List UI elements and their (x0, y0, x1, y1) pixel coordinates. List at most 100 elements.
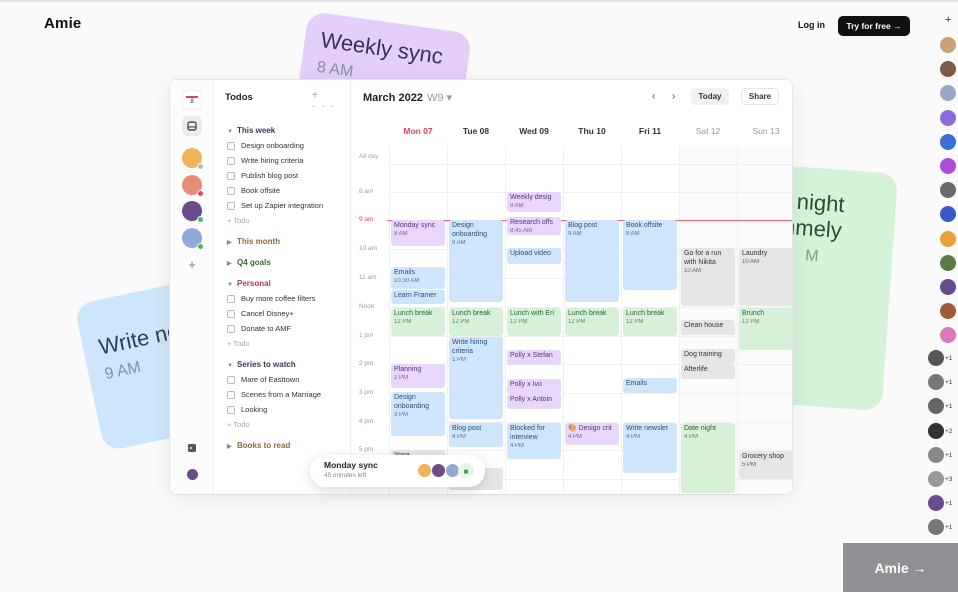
calendar-event[interactable]: Write newslet 4 PM (623, 423, 677, 473)
todo-item[interactable]: Scenes from a Marriage (227, 390, 321, 399)
user-settings-icon[interactable] (182, 464, 202, 484)
calendar-event[interactable]: Emails 10:30 AM (391, 267, 445, 289)
todo-section-header[interactable]: ▶ This month (227, 237, 280, 246)
avatar[interactable] (182, 228, 204, 250)
avatar[interactable] (940, 254, 956, 271)
calendar-event[interactable]: Emails (623, 378, 677, 393)
checkbox[interactable] (227, 390, 235, 399)
calendar-event[interactable]: Lunch break 12 PM (623, 308, 677, 336)
calendar-event[interactable]: Research offs 8:45 AM (507, 217, 561, 235)
day-header[interactable]: Mon 07 (389, 126, 447, 136)
todo-item[interactable]: Write hiring criteria (227, 156, 303, 165)
calendar-event[interactable]: Lunch break 12 PM (565, 308, 619, 336)
checkbox[interactable] (227, 324, 235, 333)
avatar[interactable] (928, 471, 944, 487)
day-header[interactable]: Fri 11 (621, 126, 679, 136)
day-header[interactable]: Wed 09 (505, 126, 563, 136)
avatar[interactable] (182, 148, 204, 170)
calendar-event[interactable]: Learn Framer (391, 290, 445, 304)
calendar-event[interactable]: Lunch with Eri 12 PM (507, 308, 561, 336)
todo-item[interactable]: Mare of Easttown (227, 375, 299, 384)
todos-header-actions[interactable]: + ··· (312, 90, 350, 112)
todo-section-header[interactable]: ▶ Books to read (227, 441, 290, 450)
avatar[interactable] (940, 158, 956, 174)
calendar-event[interactable]: Write hiring criteria 1 PM (449, 337, 503, 419)
calendar-icon[interactable]: 8 (182, 90, 202, 110)
todo-section-header[interactable]: ▶ Q4 goals (227, 258, 271, 267)
todo-item[interactable]: Cancel Disney+ (227, 309, 294, 318)
calendar-event[interactable]: Book offsite 9 AM (623, 220, 677, 290)
calendar-event[interactable]: Design onboarding 9 AM (449, 220, 503, 302)
meeting-popup[interactable]: Monday sync 45 minutes left ■ (310, 455, 485, 487)
avatar[interactable] (940, 182, 956, 199)
share-button[interactable]: Share (741, 88, 779, 105)
calendar-event[interactable]: Dog training (681, 349, 735, 364)
avatar[interactable] (940, 133, 956, 150)
calendar-event[interactable]: Clean house (681, 320, 735, 335)
calendar-event[interactable]: Polly x Stefan (507, 350, 561, 365)
site-logo[interactable]: Amie (44, 15, 81, 32)
add-todo-button[interactable]: + Todo (227, 216, 250, 225)
week-selector[interactable]: W9 ▾ (427, 92, 452, 104)
calendar-event[interactable]: Blocked for interview 4 PM (507, 423, 561, 459)
avatar[interactable] (182, 175, 204, 197)
login-link[interactable]: Log in (798, 20, 825, 30)
avatar[interactable] (940, 85, 956, 102)
todo-section-header[interactable]: ▼ This week (227, 126, 275, 135)
avatar[interactable] (928, 350, 944, 366)
todo-item[interactable]: Publish blog post (227, 171, 298, 180)
command-icon[interactable] (182, 438, 202, 458)
todo-item[interactable]: Buy more coffee filters (227, 294, 315, 303)
avatar[interactable] (940, 303, 956, 320)
day-header[interactable]: Sun 13 (737, 126, 792, 136)
calendar-event[interactable]: 🎨 Design crit 4 PM (565, 423, 619, 445)
checkbox[interactable] (227, 156, 235, 165)
checkbox[interactable] (227, 375, 235, 384)
checkbox[interactable] (227, 186, 235, 195)
calendar-event[interactable]: Grocery shop 5 PM (739, 451, 792, 479)
checkbox[interactable] (227, 405, 235, 414)
todo-item[interactable]: Book offsite (227, 186, 280, 195)
avatar[interactable] (940, 206, 956, 223)
inbox-icon[interactable] (182, 116, 202, 136)
avatar[interactable] (928, 495, 944, 512)
avatar[interactable] (940, 279, 956, 295)
checkbox[interactable] (227, 201, 235, 210)
todo-section-header[interactable]: ▼ Series to watch (227, 360, 296, 369)
video-camera-icon[interactable]: ■ (458, 463, 474, 479)
prev-week-chevron-icon[interactable]: ‹ (652, 91, 655, 102)
avatar[interactable] (928, 519, 944, 536)
calendar-event[interactable]: Afterlife (681, 364, 735, 379)
calendar-event[interactable]: Date night 4 PM (681, 423, 735, 493)
calendar-event[interactable]: Polly x Antoin (507, 394, 561, 409)
avatar[interactable] (182, 201, 204, 223)
calendar-event[interactable]: Upload video (507, 248, 561, 264)
checkbox[interactable] (227, 309, 235, 318)
checkbox[interactable] (227, 171, 235, 180)
calendar-event[interactable]: Blog post 4 PM (449, 423, 503, 447)
avatar[interactable] (940, 230, 956, 247)
day-header[interactable]: Thu 10 (563, 126, 621, 136)
avatar[interactable] (928, 446, 944, 463)
calendar-event[interactable]: Go for a run with Nikita 10 AM (681, 248, 735, 306)
try-for-free-button[interactable]: Try for free → (838, 16, 910, 36)
today-button[interactable]: Today (691, 88, 729, 105)
calendar-event[interactable]: Blog post 9 AM (565, 220, 619, 302)
calendar-event[interactable]: Lunch break 12 PM (391, 308, 445, 336)
avatar[interactable] (940, 327, 956, 344)
avatar[interactable] (940, 61, 956, 78)
calendar-event[interactable]: Lunch break 12 PM (449, 308, 503, 336)
checkbox[interactable] (227, 141, 235, 150)
todo-section-header[interactable]: ▼ Personal (227, 279, 271, 288)
todo-item[interactable]: Design onboarding (227, 141, 304, 150)
calendar-event[interactable]: Planning 2 PM (391, 364, 445, 388)
calendar-event[interactable]: Monday sync 9 AM (391, 220, 445, 246)
avatar[interactable] (940, 37, 956, 53)
add-icon[interactable]: + (182, 254, 202, 274)
calendar-event[interactable]: Weekly desig 8 AM (507, 192, 561, 212)
calendar-event[interactable]: Laundry 10 AM (739, 248, 792, 306)
add-todo-button[interactable]: + Todo (227, 420, 250, 429)
day-header[interactable]: Sat 12 (679, 126, 737, 136)
checkbox[interactable] (227, 294, 235, 303)
amie-toast-link[interactable]: Amie → (843, 543, 958, 592)
